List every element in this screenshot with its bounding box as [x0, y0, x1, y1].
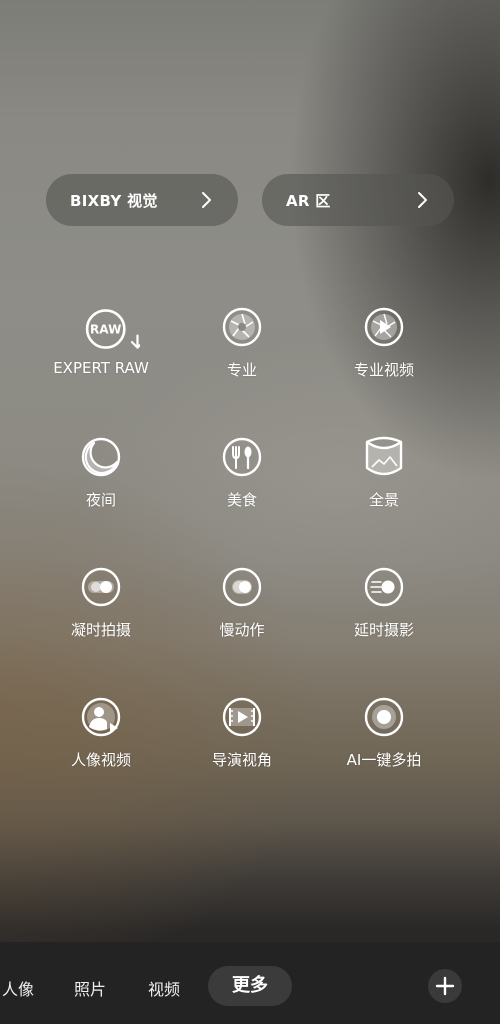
bixby-vision-button[interactable]: BIXBY 视觉 — [46, 174, 238, 226]
mode-label: EXPERT RAW — [53, 359, 149, 377]
bixby-vision-label: BIXBY 视觉 — [70, 191, 158, 210]
mode-director-view[interactable]: 导演视角 — [182, 696, 302, 770]
portrait-video-icon — [81, 697, 121, 737]
mode-portrait-video[interactable]: 人像视频 — [41, 696, 161, 770]
add-mode-button[interactable] — [428, 969, 462, 1003]
moon-icon — [81, 437, 121, 477]
mode-label: 专业视频 — [353, 361, 414, 379]
mode-label: 延时摄影 — [353, 621, 414, 639]
raw-icon-text: RAW — [90, 322, 121, 336]
mode-label: 美食 — [226, 491, 257, 509]
mode-label: AI一键多拍 — [346, 751, 422, 769]
mode-label: 人像视频 — [70, 751, 131, 769]
mode-label: 凝时拍摄 — [70, 621, 131, 639]
ar-zone-label: AR 区 — [286, 191, 331, 210]
mode-pro[interactable]: 专业 — [182, 306, 302, 380]
mode-food[interactable]: 美食 — [182, 436, 302, 510]
ar-zone-button[interactable]: AR 区 — [262, 174, 454, 226]
chevron-right-icon — [418, 192, 427, 208]
mode-label: 夜间 — [85, 491, 116, 509]
tab-photo[interactable]: 照片 — [74, 976, 106, 1000]
mode-night[interactable]: 夜间 — [41, 436, 161, 510]
single-take-icon — [364, 697, 404, 737]
tab-portrait[interactable]: 人像 — [2, 976, 34, 1000]
timelapse-icon — [364, 567, 404, 607]
mode-label: 导演视角 — [211, 751, 272, 769]
tab-more[interactable]: 更多 — [208, 966, 292, 1006]
mode-label: 慢动作 — [219, 621, 265, 639]
mode-timelapse[interactable]: 延时摄影 — [324, 566, 444, 640]
hyperlapse-icon — [81, 567, 121, 607]
raw-download-icon: RAW — [85, 309, 140, 349]
mode-label: 全景 — [368, 491, 399, 509]
plus-icon — [435, 976, 455, 996]
tab-video[interactable]: 视频 — [148, 976, 180, 1000]
panorama-icon — [365, 436, 403, 476]
mode-slow-motion[interactable]: 慢动作 — [182, 566, 302, 640]
mode-label: 专业 — [226, 361, 257, 379]
aperture-play-icon — [364, 307, 404, 347]
aperture-icon — [222, 307, 262, 347]
mode-hyperlapse[interactable]: 凝时拍摄 — [41, 566, 161, 640]
mode-single-take[interactable]: AI一键多拍 — [324, 696, 444, 770]
director-view-icon — [222, 697, 262, 737]
fork-spoon-icon — [222, 437, 262, 477]
mode-expert-raw[interactable]: RAW EXPERT RAW — [41, 306, 161, 377]
mode-panorama[interactable]: 全景 — [324, 436, 444, 510]
slow-motion-icon — [222, 567, 262, 607]
chevron-right-icon — [202, 192, 211, 208]
mode-pro-video[interactable]: 专业视频 — [324, 306, 444, 380]
